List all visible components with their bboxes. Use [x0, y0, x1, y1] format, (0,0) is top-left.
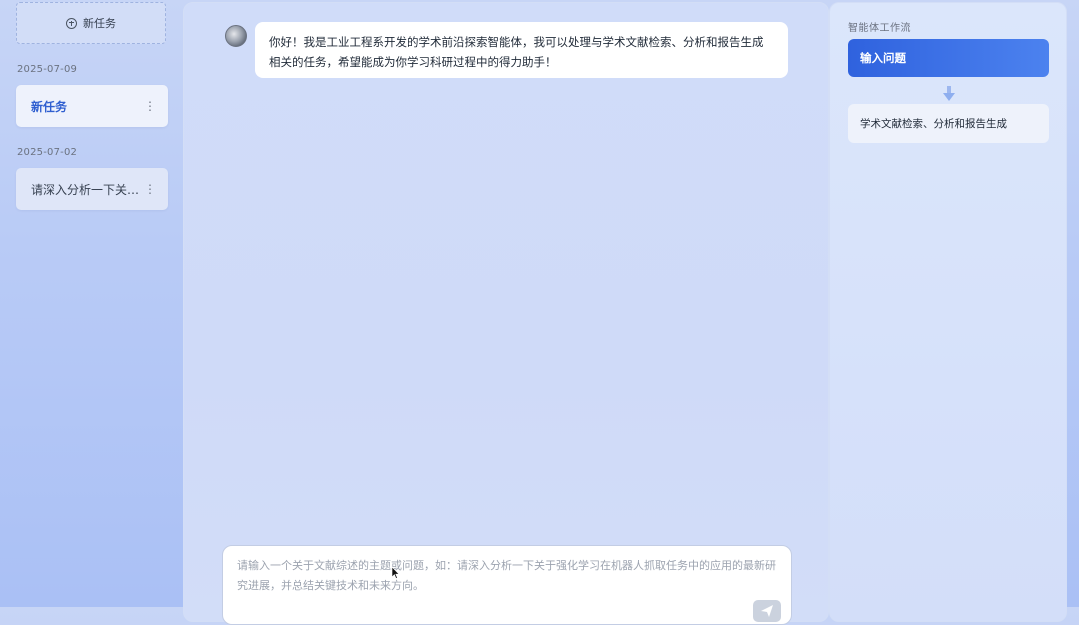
workflow-step-input-question: 输入问题: [848, 39, 1049, 77]
chat-input[interactable]: [237, 556, 777, 600]
mouse-cursor-icon: [392, 567, 400, 579]
date-group-label: 2025-07-02: [17, 147, 78, 158]
workflow-step-literature: 学术文献检索、分析和报告生成: [848, 104, 1049, 143]
new-task-label: 新任务: [83, 17, 116, 30]
arrow-down-icon: [943, 86, 955, 101]
plus-circle-icon: [66, 17, 77, 29]
task-title: 新任务: [31, 99, 68, 114]
send-button[interactable]: [753, 600, 781, 622]
assistant-message: 你好！我是工业工程系开发的学术前沿探索智能体，我可以处理与学术文献检索、分析和报…: [255, 22, 788, 78]
date-group-label: 2025-07-09: [17, 64, 78, 75]
more-options-icon[interactable]: ⋮: [144, 183, 156, 195]
workflow-title: 智能体工作流: [848, 23, 911, 34]
more-options-icon[interactable]: ⋮: [144, 100, 156, 112]
task-title: 请深入分析一下关…: [31, 182, 140, 197]
sidebar: 新任务 2025-07-09 新任务 ⋮ 2025-07-02 请深入分析一下关…: [0, 0, 178, 607]
chat-panel: 你好！我是工业工程系开发的学术前沿探索智能体，我可以处理与学术文献检索、分析和报…: [183, 2, 829, 625]
send-icon: [761, 605, 773, 617]
assistant-avatar: [225, 25, 247, 47]
chat-input-box[interactable]: [222, 545, 792, 625]
workflow-panel: 智能体工作流 输入问题 学术文献检索、分析和报告生成: [829, 2, 1067, 622]
task-item[interactable]: 请深入分析一下关… ⋮: [16, 168, 168, 210]
new-task-button[interactable]: 新任务: [16, 2, 166, 44]
task-item[interactable]: 新任务 ⋮: [16, 85, 168, 127]
